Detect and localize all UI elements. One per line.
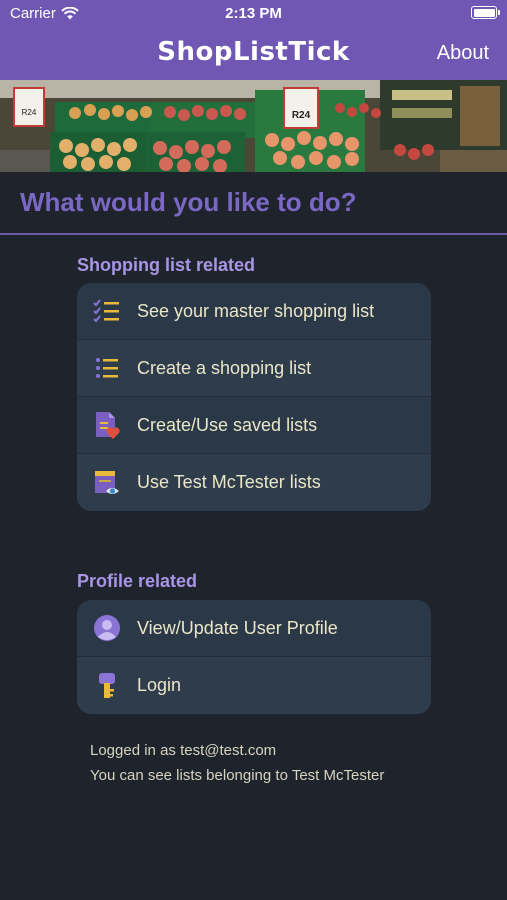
shared-lists-label: Use Test McTester lists <box>137 472 321 492</box>
profile-option[interactable]: View/Update User Profile <box>77 600 431 657</box>
master-list-label: See your master shopping list <box>137 300 375 321</box>
saved-list-icon <box>77 410 137 440</box>
app-title: ShopListTick <box>157 37 350 67</box>
saved-lists-label: Create/Use saved lists <box>137 414 318 435</box>
page-heading: What would you like to do? <box>20 187 357 217</box>
grocery-banner-image: R24 R24 <box>0 80 507 172</box>
checklist-icon <box>77 298 137 324</box>
login-label: Login <box>137 675 182 695</box>
saved-lists-option[interactable]: Create/Use saved lists <box>77 397 431 454</box>
key-icon <box>77 671 137 701</box>
list-icon <box>77 356 137 380</box>
shopping-options-card: See your master shopping list Create a s… <box>77 283 431 511</box>
clock: 2:13 PM <box>225 5 282 22</box>
create-list-option[interactable]: Create a shopping list <box>77 340 431 397</box>
shopping-section-label: Shopping list related <box>77 255 256 275</box>
create-list-label: Create a shopping list <box>137 357 312 378</box>
profile-options-card: View/Update User Profile Login <box>77 600 431 714</box>
profile-label: View/Update User Profile <box>137 617 338 638</box>
about-button[interactable]: About <box>437 42 489 65</box>
heading-divider <box>0 233 507 235</box>
user-avatar-icon <box>77 614 137 642</box>
lists-access-info: You can see lists belonging to Test McTe… <box>90 767 385 784</box>
profile-section-label: Profile related <box>77 571 198 591</box>
shared-lists-option[interactable]: Use Test McTester lists <box>77 454 431 511</box>
shared-list-icon <box>77 469 137 497</box>
battery-icon <box>471 6 500 19</box>
master-list-option[interactable]: See your master shopping list <box>77 283 431 340</box>
price-tag-left: R24 <box>22 108 37 117</box>
login-option[interactable]: Login <box>77 657 431 714</box>
status-bar: Carrier 2:13 PM <box>0 0 507 28</box>
navigation-bar: ShopListTick About <box>0 28 507 80</box>
logged-in-status: Logged in as test@test.com <box>90 742 277 759</box>
price-tag-right: R24 <box>292 110 311 121</box>
